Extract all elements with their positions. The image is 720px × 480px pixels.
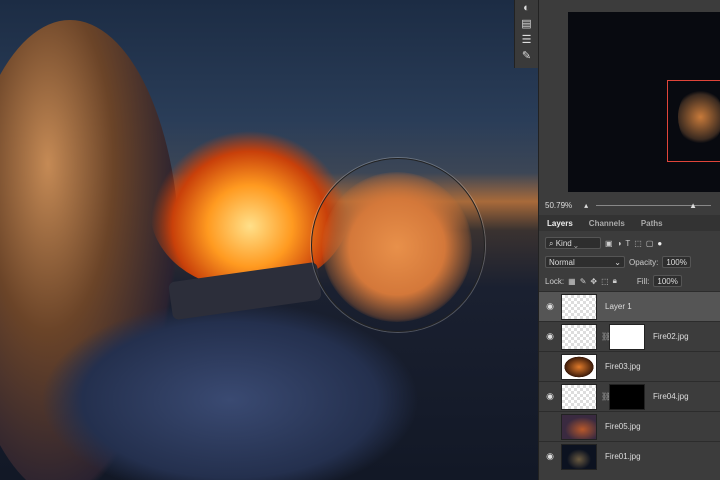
layer-thumbnail (561, 324, 597, 350)
image-filter-icon[interactable]: ▣ (605, 239, 613, 248)
layer-row-fire05[interactable]: Fire05.jpg (539, 411, 720, 441)
filter-toggle-icon[interactable]: ● (657, 239, 662, 248)
filter-kind-dropdown[interactable]: ⌕ Kind ⌄ (545, 237, 601, 249)
shape-filter-icon[interactable]: ⬚ (634, 239, 642, 248)
tool-strip: ◐ ▤ ☰ ✎ (514, 0, 538, 68)
lock-paint-icon[interactable]: ✎ (580, 277, 587, 286)
history-icon[interactable]: ▤ (515, 16, 538, 32)
zoom-level[interactable]: 50.79% (545, 201, 572, 210)
layer-thumbnail (561, 354, 597, 380)
layer-name: Fire04.jpg (653, 392, 689, 401)
navigator-preview[interactable] (568, 12, 720, 192)
adjustment-filter-icon[interactable]: ◑ (617, 239, 622, 248)
layer-row-fire01[interactable]: ◉ Fire01.jpg (539, 441, 720, 471)
visibility-eye-icon[interactable]: ◉ (539, 331, 561, 342)
lock-artboard-icon[interactable]: ⬚ (601, 277, 609, 286)
brush-cursor (311, 158, 485, 332)
lock-move-icon[interactable]: ✥ (590, 277, 597, 286)
lock-all-icon[interactable]: 🔒︎ (613, 276, 617, 286)
brush-icon[interactable]: ✎ (515, 48, 538, 64)
layer-thumbnail (561, 414, 597, 440)
zoom-out-icon[interactable]: ▴ (584, 201, 588, 210)
tab-paths[interactable]: Paths (635, 219, 669, 228)
fill-field[interactable]: 100% (653, 275, 681, 287)
visibility-eye-icon[interactable]: ◉ (539, 391, 561, 402)
visibility-eye-icon[interactable]: ◉ (539, 301, 561, 312)
layer-mask-thumbnail[interactable] (609, 384, 645, 410)
smartobject-filter-icon[interactable]: ▢ (646, 239, 654, 248)
mask-link-icon[interactable]: ⛓︎ (601, 332, 607, 341)
lock-pixels-icon[interactable]: ▦ (568, 277, 576, 286)
layer-name: Fire05.jpg (605, 422, 641, 431)
lock-label: Lock: (545, 277, 564, 286)
layer-name: Layer 1 (605, 302, 632, 311)
layer-row-fire02[interactable]: ◉ ⛓︎ Fire02.jpg (539, 321, 720, 351)
layer-thumbnail (561, 294, 597, 320)
tab-layers[interactable]: Layers (541, 219, 579, 228)
type-filter-icon[interactable]: T (625, 239, 630, 248)
layer-row-fire04[interactable]: ◉ ⛓︎ Fire04.jpg (539, 381, 720, 411)
layer-thumbnail (561, 444, 597, 470)
visibility-eye-icon[interactable]: ◉ (539, 451, 561, 462)
right-panel: 50.79% ▴ ▲ Layers Channels Paths ⌕ Kind … (538, 0, 720, 480)
tab-channels[interactable]: Channels (583, 219, 631, 228)
layer-row-layer-1[interactable]: ◉ Layer 1 (539, 291, 720, 321)
layer-thumbnail (561, 384, 597, 410)
layer-name: Fire03.jpg (605, 362, 641, 371)
layer-mask-thumbnail[interactable] (609, 324, 645, 350)
opacity-label: Opacity: (629, 258, 658, 267)
sliders-icon[interactable]: ☰ (515, 32, 538, 48)
layer-row-fire03[interactable]: Fire03.jpg (539, 351, 720, 381)
navigator-view-box[interactable] (667, 80, 720, 162)
blend-mode-dropdown[interactable]: Normal⌄ (545, 256, 625, 268)
document-canvas[interactable] (0, 0, 538, 480)
adjust-icon[interactable]: ◐ (515, 0, 538, 16)
fill-label: Fill: (637, 277, 649, 286)
layer-name: Fire01.jpg (605, 452, 641, 461)
opacity-field[interactable]: 100% (662, 256, 690, 268)
layer-name: Fire02.jpg (653, 332, 689, 341)
mask-link-icon[interactable]: ⛓︎ (601, 392, 607, 401)
zoom-slider[interactable]: ▲ (596, 205, 711, 206)
